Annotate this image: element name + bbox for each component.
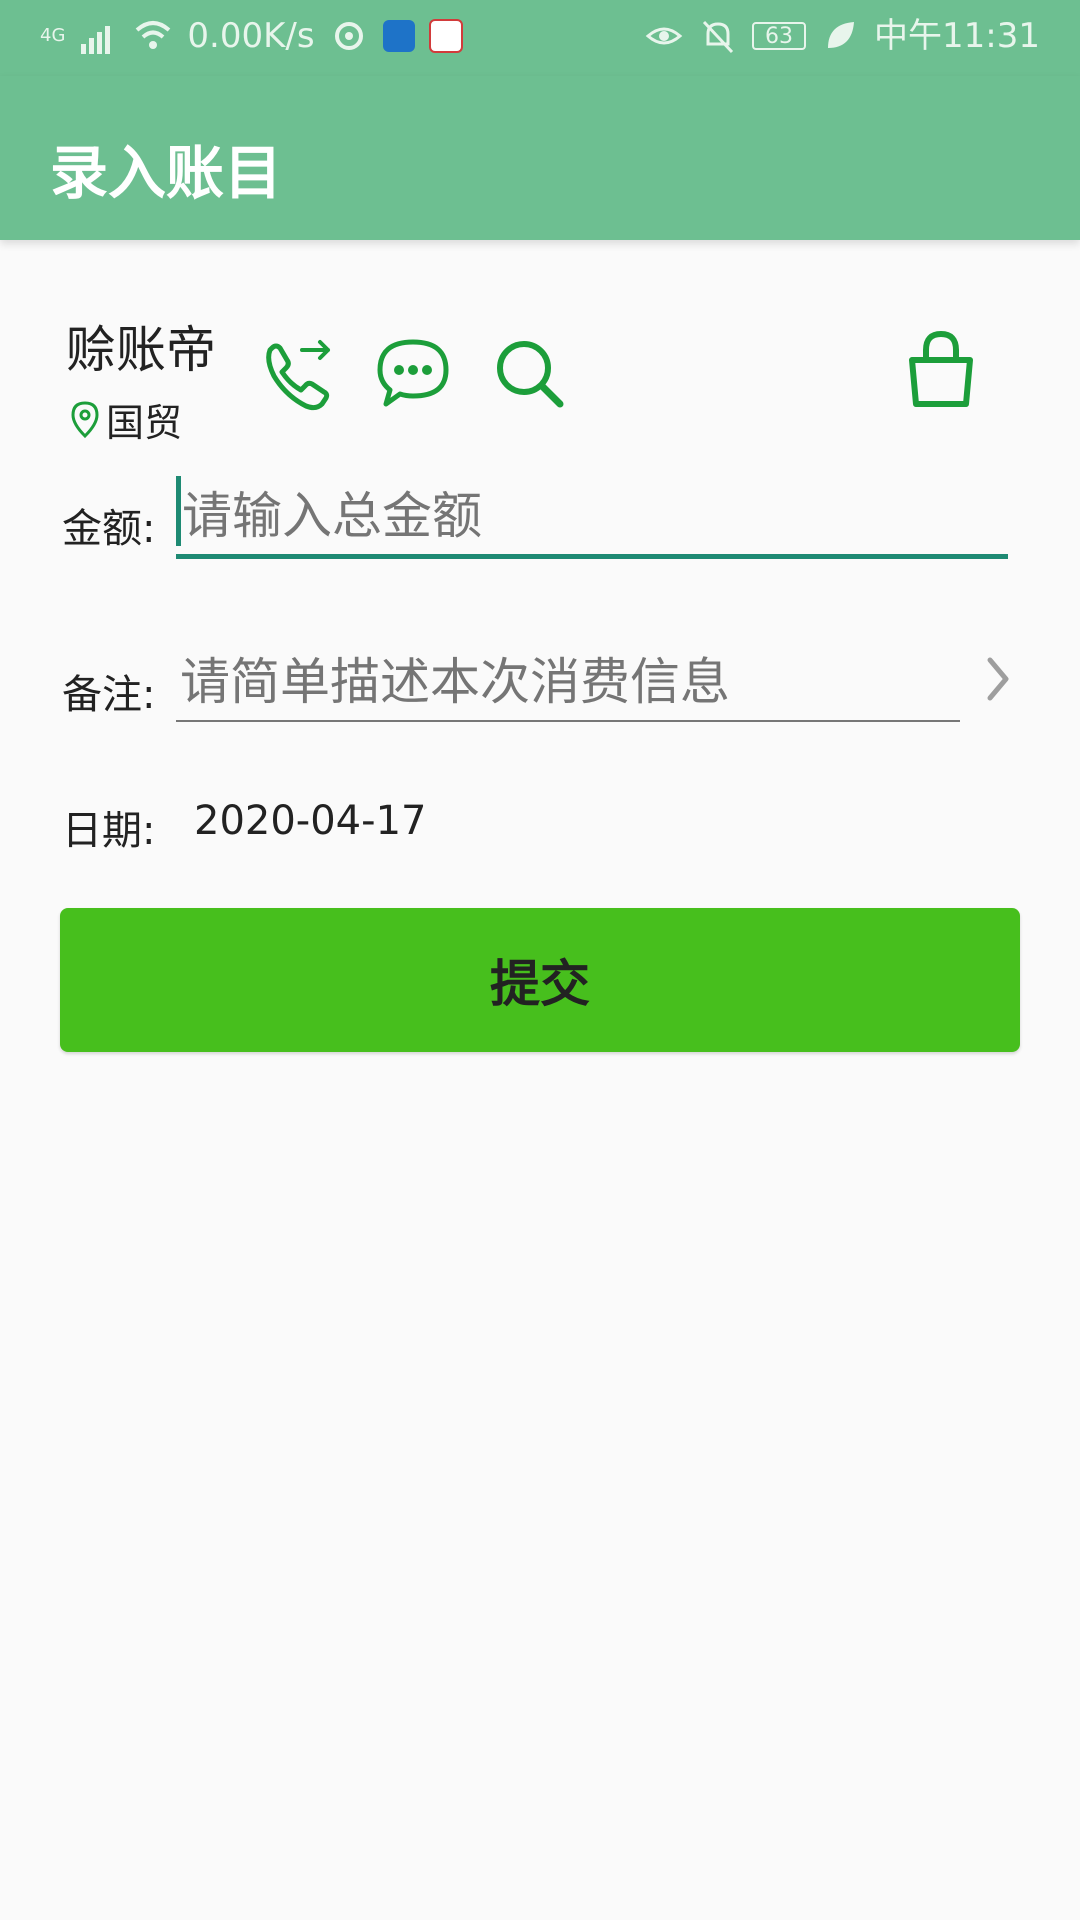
search-icon[interactable]: [486, 330, 572, 416]
chevron-right-icon[interactable]: [984, 654, 1012, 704]
submit-label: 提交: [490, 955, 590, 1013]
battery-level: 63: [765, 23, 794, 49]
status-bar: 4G 0.00K/s 63 中午11:31: [0, 0, 1080, 76]
wifi-icon: [136, 21, 171, 49]
submit-button[interactable]: 提交: [60, 908, 1020, 1052]
battery-icon: 63: [752, 22, 807, 50]
location-pin-icon: [71, 400, 99, 438]
status-bar-right: 63 中午11:31: [644, 14, 1040, 58]
location-label: 国贸: [106, 401, 183, 445]
amount-input[interactable]: [180, 480, 1004, 552]
amount-underline: [176, 554, 1008, 559]
shop-info-row: 赊账帝 国贸: [0, 300, 1080, 450]
shop-location: 国贸: [70, 392, 182, 447]
page-title: 录入账目: [50, 139, 283, 207]
app-bar: 录入账目: [0, 76, 1080, 240]
clock: 中午11:31: [874, 16, 1040, 56]
mute-bell-icon: [702, 20, 734, 54]
note-underline: [176, 720, 960, 722]
stock-app-icon: [428, 19, 463, 53]
phone-call-icon[interactable]: [256, 330, 342, 416]
spiral-app-icon: [334, 22, 363, 50]
leaf-icon: [828, 22, 855, 48]
signal-icon: [81, 26, 111, 54]
note-label: 备注:: [62, 672, 156, 718]
note-input[interactable]: [178, 646, 962, 718]
shield-app-icon: [382, 20, 415, 52]
amount-label: 金额:: [62, 506, 156, 552]
status-bar-left: 4G 0.00K/s: [40, 14, 463, 58]
shop-name: 赊账帝: [66, 321, 216, 379]
shopping-bag-icon[interactable]: [898, 326, 984, 412]
eye-icon: [645, 27, 683, 45]
date-value[interactable]: 2020-04-17: [194, 798, 426, 844]
date-label: 日期:: [62, 808, 156, 854]
network-speed: 0.00K/s: [187, 16, 315, 56]
chat-bubble-icon[interactable]: [370, 330, 456, 416]
network-type-label: 4G: [40, 25, 66, 46]
